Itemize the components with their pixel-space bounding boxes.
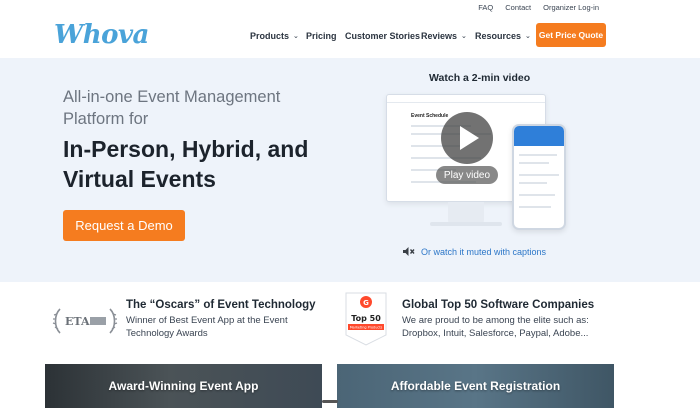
chevron-down-icon: ⌄ [461,33,467,40]
chevron-down-icon: ⌄ [525,33,531,40]
organizer-login-link[interactable]: Organizer Log-in [543,3,599,12]
eta-award-title: The “Oscars” of Event Technology [126,299,316,311]
g2-badge-sub: Marketing Products [350,326,383,330]
g2-badge-title: Top 50 [351,314,381,323]
g2-top50-badge-icon: G Top 50 Marketing Products [345,292,387,346]
nav-customer-stories[interactable]: Customer Stories [345,31,420,41]
get-price-quote-button[interactable]: Get Price Quote [536,23,606,47]
chevron-down-icon: ⌄ [293,33,299,40]
eta-award-text: Winner of Best Event App at the Event Te… [126,315,288,339]
play-video-label[interactable]: Play video [436,166,498,184]
mock-screen-title: Event Schedule [411,113,449,119]
g2-award: Global Top 50 Software Companies We are … [402,299,612,340]
eta-award: The “Oscars” of Event Technology Winner … [126,299,326,340]
award-winning-app-card[interactable]: Award-Winning Event App [45,364,322,408]
main-nav: Whova Products ⌄ Pricing Customer Stories… [0,14,700,58]
faq-link[interactable]: FAQ [478,3,493,12]
eta-laurel-icon: ETA [52,308,118,334]
play-video-button[interactable] [441,112,493,164]
contact-link[interactable]: Contact [505,3,531,12]
request-demo-button[interactable]: Request a Demo [63,210,185,241]
whova-logo[interactable]: Whova [54,20,149,50]
muted-speaker-icon [403,247,415,256]
video-label: Watch a 2-min video [429,72,531,84]
phone-mockup [512,124,566,230]
nav-resources-label: Resources [475,31,522,41]
nav-reviews[interactable]: Reviews ⌄ [421,31,467,41]
nav-reviews-label: Reviews [421,31,458,41]
carousel-indicator[interactable] [322,400,338,403]
monitor-stand [448,202,484,224]
hero-subtitle: All-in-one Event Management Platform for [63,88,281,128]
event-registration-card[interactable]: Affordable Event Registration [337,364,614,408]
event-registration-label: Affordable Event Registration [390,379,561,393]
utility-nav: FAQ Contact Organizer Log-in [0,0,700,14]
g2-award-title: Global Top 50 Software Companies [402,299,595,311]
nav-products[interactable]: Products ⌄ [250,31,299,41]
muted-captions-link[interactable]: Or watch it muted with captions [402,246,546,257]
nav-pricing[interactable]: Pricing [306,31,337,41]
svg-text:G: G [363,299,369,307]
g2-award-text: We are proud to be among the elite such … [402,315,589,339]
nav-resources[interactable]: Resources ⌄ [475,31,531,41]
award-winning-app-label: Award-Winning Event App [108,379,259,393]
muted-captions-text: Or watch it muted with captions [421,246,547,257]
play-icon [460,126,479,150]
monitor-base [430,222,502,226]
nav-products-label: Products [250,31,290,41]
hero-section: All-in-one Event Management Platform for… [0,58,700,282]
hero-title: In-Person, Hybrid, and Virtual Events [63,136,309,192]
eta-logo-text: ETA [65,315,90,328]
